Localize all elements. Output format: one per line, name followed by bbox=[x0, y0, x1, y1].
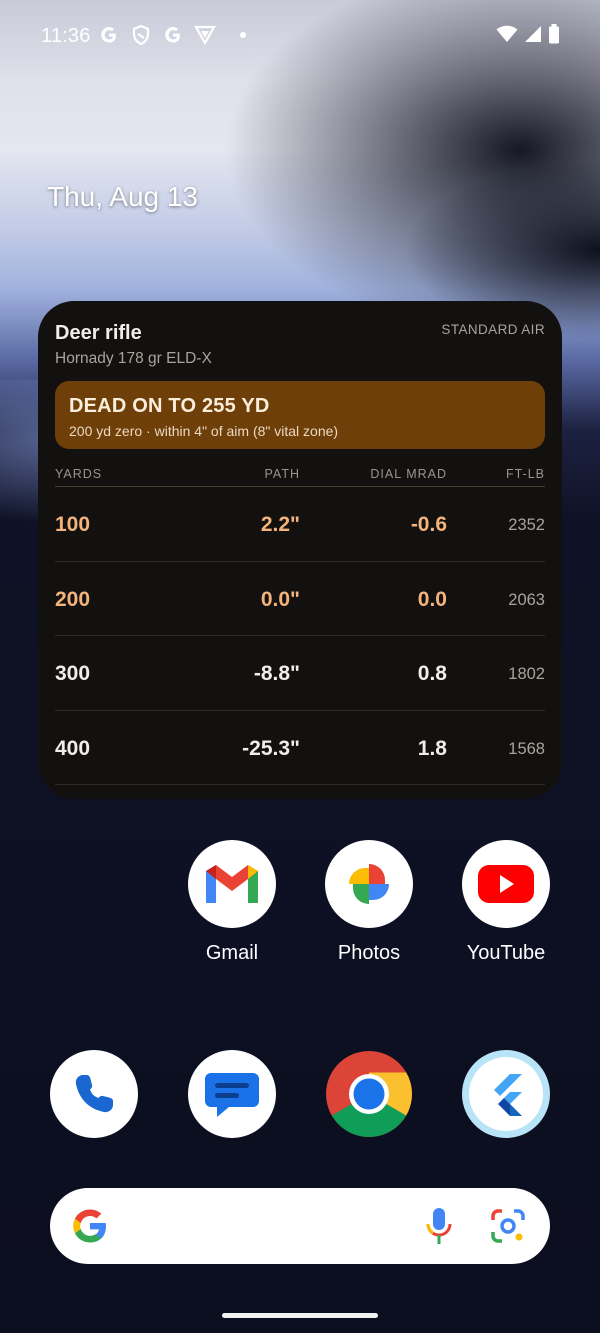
app-phone[interactable] bbox=[50, 1050, 138, 1138]
row-dial: 0.0 bbox=[417, 587, 447, 611]
shield-icon bbox=[130, 24, 152, 46]
header-yards: YARDS bbox=[55, 467, 103, 481]
row-energy: 2352 bbox=[508, 516, 545, 534]
row-path: 0.0" bbox=[260, 587, 300, 611]
status-time: 11:36 bbox=[41, 25, 91, 47]
row-dial: 1.8 bbox=[417, 736, 447, 760]
table-header: YARDS PATH DIAL MRAD FT-LB bbox=[55, 465, 545, 487]
row-energy: 2063 bbox=[508, 590, 545, 609]
flutter-icon[interactable] bbox=[462, 1050, 550, 1138]
lens-icon[interactable] bbox=[490, 1208, 526, 1249]
row-energy: 1568 bbox=[508, 739, 545, 758]
table-row: 400 -25.3" 1.8 1568 bbox=[55, 711, 545, 785]
ballistics-widget[interactable]: Deer rifle Hornady 178 gr ELD-X STANDARD… bbox=[38, 301, 562, 799]
banner-title: DEAD ON TO 255 YD bbox=[69, 395, 270, 417]
row-path: -8.8" bbox=[253, 662, 300, 685]
row-energy: 1802 bbox=[508, 665, 545, 683]
table-row: 200 0.0" 0.0 2063 bbox=[55, 562, 545, 636]
chrome-icon[interactable] bbox=[325, 1050, 413, 1138]
app-gmail[interactable]: Gmail bbox=[188, 840, 276, 965]
zero-banner: DEAD ON TO 255 YD 200 yd zero · within 4… bbox=[55, 381, 545, 449]
row-path: -25.3" bbox=[242, 736, 300, 760]
date-label[interactable]: Thu, Aug 13 bbox=[47, 181, 198, 213]
widget-title: Deer rifle bbox=[55, 322, 142, 344]
photos-icon[interactable] bbox=[325, 840, 413, 928]
header-dial: DIAL MRAD bbox=[370, 467, 447, 481]
battery-icon bbox=[548, 24, 560, 50]
status-bar: 11:36 bbox=[0, 0, 600, 72]
google-logo-icon bbox=[72, 1208, 108, 1249]
row-yards: 400 bbox=[55, 736, 91, 760]
app-label: Photos bbox=[337, 942, 401, 964]
cell-signal-icon bbox=[524, 25, 542, 49]
phone-icon[interactable] bbox=[50, 1050, 138, 1138]
google-g-icon bbox=[162, 24, 184, 46]
widget-subtitle: Hornady 178 gr ELD-X bbox=[55, 350, 212, 367]
header-energy: FT-LB bbox=[505, 467, 545, 481]
gmail-icon[interactable] bbox=[188, 840, 276, 928]
youtube-icon[interactable] bbox=[462, 840, 550, 928]
gesture-nav-handle[interactable] bbox=[222, 1313, 378, 1318]
app-photos[interactable]: Photos bbox=[325, 840, 413, 965]
row-yards: 200 bbox=[55, 587, 91, 611]
app-flutter[interactable] bbox=[462, 1050, 550, 1138]
row-yards: 300 bbox=[55, 662, 91, 685]
app-label: YouTube bbox=[466, 942, 546, 964]
wifi-icon bbox=[496, 25, 518, 49]
header-path: PATH bbox=[264, 467, 300, 481]
status-notification-icons bbox=[98, 24, 246, 46]
row-dial: 0.8 bbox=[417, 662, 447, 685]
google-search-bar[interactable] bbox=[50, 1188, 550, 1264]
ballistics-table: YARDS PATH DIAL MRAD FT-LB 100 2.2" -0.6… bbox=[55, 465, 545, 785]
air-condition-label: STANDARD AIR bbox=[441, 322, 545, 337]
row-dial: -0.6 bbox=[410, 513, 447, 536]
vpn-icon bbox=[194, 24, 216, 46]
app-label: Gmail bbox=[205, 942, 259, 964]
mic-icon[interactable] bbox=[424, 1206, 454, 1251]
status-system-icons bbox=[496, 24, 560, 50]
table-row: 100 2.2" -0.6 2352 bbox=[55, 487, 545, 562]
table-row: 300 -8.8" 0.8 1802 bbox=[55, 636, 545, 711]
messages-icon[interactable] bbox=[188, 1050, 276, 1138]
notification-dot bbox=[240, 32, 246, 38]
app-youtube[interactable]: YouTube bbox=[462, 840, 550, 965]
row-path: 2.2" bbox=[260, 513, 300, 536]
row-yards: 100 bbox=[55, 513, 91, 536]
google-g-icon bbox=[98, 24, 120, 46]
banner-subtitle: 200 yd zero · within 4" of aim (8" vital… bbox=[69, 423, 339, 439]
app-chrome[interactable] bbox=[325, 1050, 413, 1138]
app-messages[interactable] bbox=[188, 1050, 276, 1138]
